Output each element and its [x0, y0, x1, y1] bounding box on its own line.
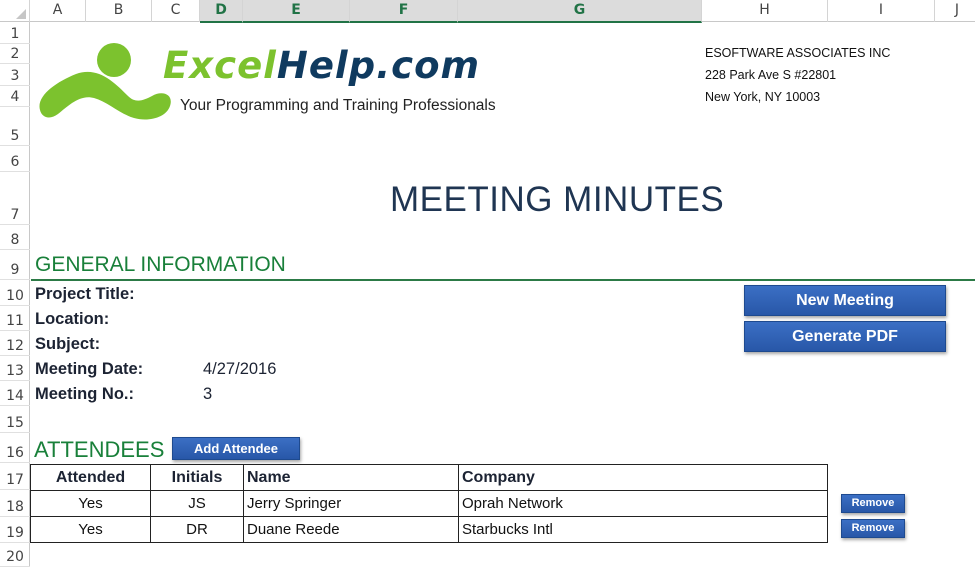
running-figure-logo-icon	[39, 43, 171, 120]
row-header[interactable]: 15	[0, 406, 30, 433]
table-row: Yes DR Duane Reede Starbucks Intl	[30, 516, 828, 543]
company-name: ESOFTWARE ASSOCIATES INC	[705, 46, 891, 60]
column-name: Name	[243, 464, 459, 491]
column-header-i[interactable]: I	[828, 0, 935, 22]
row-header[interactable]: 4	[0, 86, 30, 107]
initials-cell[interactable]: JS	[150, 490, 244, 517]
company-address-line1: 228 Park Ave S #22801	[705, 68, 837, 82]
general-information-heading: GENERAL INFORMATION	[35, 253, 286, 276]
column-header-a[interactable]: A	[30, 0, 86, 22]
column-header-d[interactable]: D	[200, 0, 243, 23]
row-header[interactable]: 2	[0, 44, 30, 64]
row-header-bar: 1 2 3 4 5 6 7 8 9 10 11 12 13 14 15 16 1…	[0, 22, 30, 567]
page-title: MEETING MINUTES	[390, 180, 725, 219]
table-row: Yes JS Jerry Springer Oprah Network	[30, 490, 828, 517]
initials-cell[interactable]: DR	[150, 516, 244, 543]
column-header-c[interactable]: C	[152, 0, 200, 22]
column-initials: Initials	[150, 464, 244, 491]
company-address-line2: New York, NY 10003	[705, 90, 821, 104]
remove-attendee-button[interactable]: Remove	[841, 519, 905, 538]
select-all-corner[interactable]	[0, 0, 30, 22]
remove-attendee-button[interactable]: Remove	[841, 494, 905, 513]
name-cell[interactable]: Jerry Springer	[243, 490, 459, 517]
row-header[interactable]: 12	[0, 331, 30, 356]
add-attendee-button[interactable]: Add Attendee	[172, 437, 300, 460]
row-header[interactable]: 18	[0, 490, 30, 517]
subject-label: Subject:	[35, 335, 101, 353]
row-header[interactable]: 1	[0, 22, 30, 44]
company-cell[interactable]: Starbucks Intl	[458, 516, 828, 543]
row-header[interactable]: 3	[0, 64, 30, 86]
table-header-row: Attended Initials Name Company	[30, 464, 828, 491]
column-header-bar: A B C D E F G H I J	[0, 0, 975, 23]
row-header[interactable]: 8	[0, 225, 30, 250]
attendees-table: Attended Initials Name Company Yes JS Je…	[30, 464, 828, 543]
meeting-date-value[interactable]: 4/27/2016	[203, 360, 276, 379]
meeting-number-value[interactable]: 3	[203, 385, 212, 404]
row-header[interactable]: 14	[0, 381, 30, 406]
attended-cell[interactable]: Yes	[30, 490, 151, 517]
row-header[interactable]: 5	[0, 107, 30, 146]
column-attended: Attended	[30, 464, 151, 491]
row-header[interactable]: 7	[0, 172, 30, 225]
attendees-heading: ATTENDEES	[34, 437, 165, 462]
section-divider	[31, 279, 975, 281]
row-header[interactable]: 10	[0, 280, 30, 306]
row-header[interactable]: 17	[0, 463, 30, 490]
row-header[interactable]: 16	[0, 433, 30, 463]
company-cell[interactable]: Oprah Network	[458, 490, 828, 517]
column-company: Company	[458, 464, 828, 491]
column-header-b[interactable]: B	[86, 0, 152, 22]
project-title-label: Project Title:	[35, 285, 135, 303]
new-meeting-button[interactable]: New Meeting	[744, 285, 946, 316]
row-header[interactable]: 20	[0, 543, 30, 567]
row-header[interactable]: 9	[0, 250, 30, 280]
column-header-h[interactable]: H	[702, 0, 828, 22]
generate-pdf-button[interactable]: Generate PDF	[744, 321, 946, 352]
meeting-date-label: Meeting Date:	[35, 360, 144, 378]
logo-word-green: Excel	[163, 44, 277, 87]
row-header[interactable]: 19	[0, 517, 30, 543]
row-header[interactable]: 13	[0, 356, 30, 381]
column-header-g[interactable]: G	[458, 0, 702, 23]
name-cell[interactable]: Duane Reede	[243, 516, 459, 543]
attended-cell[interactable]: Yes	[30, 516, 151, 543]
logo-tagline: Your Programming and Training Profession…	[180, 97, 496, 114]
location-label: Location:	[35, 310, 110, 328]
column-header-e[interactable]: E	[243, 0, 350, 23]
column-header-f[interactable]: F	[350, 0, 458, 23]
row-header[interactable]: 6	[0, 146, 30, 172]
logo-word-blue: Help.com	[276, 44, 481, 87]
column-header-j[interactable]: J	[935, 0, 975, 22]
row-header[interactable]: 11	[0, 306, 30, 331]
meeting-number-label: Meeting No.:	[35, 385, 134, 403]
logo-wordmark: ExcelHelp.com	[163, 44, 480, 87]
